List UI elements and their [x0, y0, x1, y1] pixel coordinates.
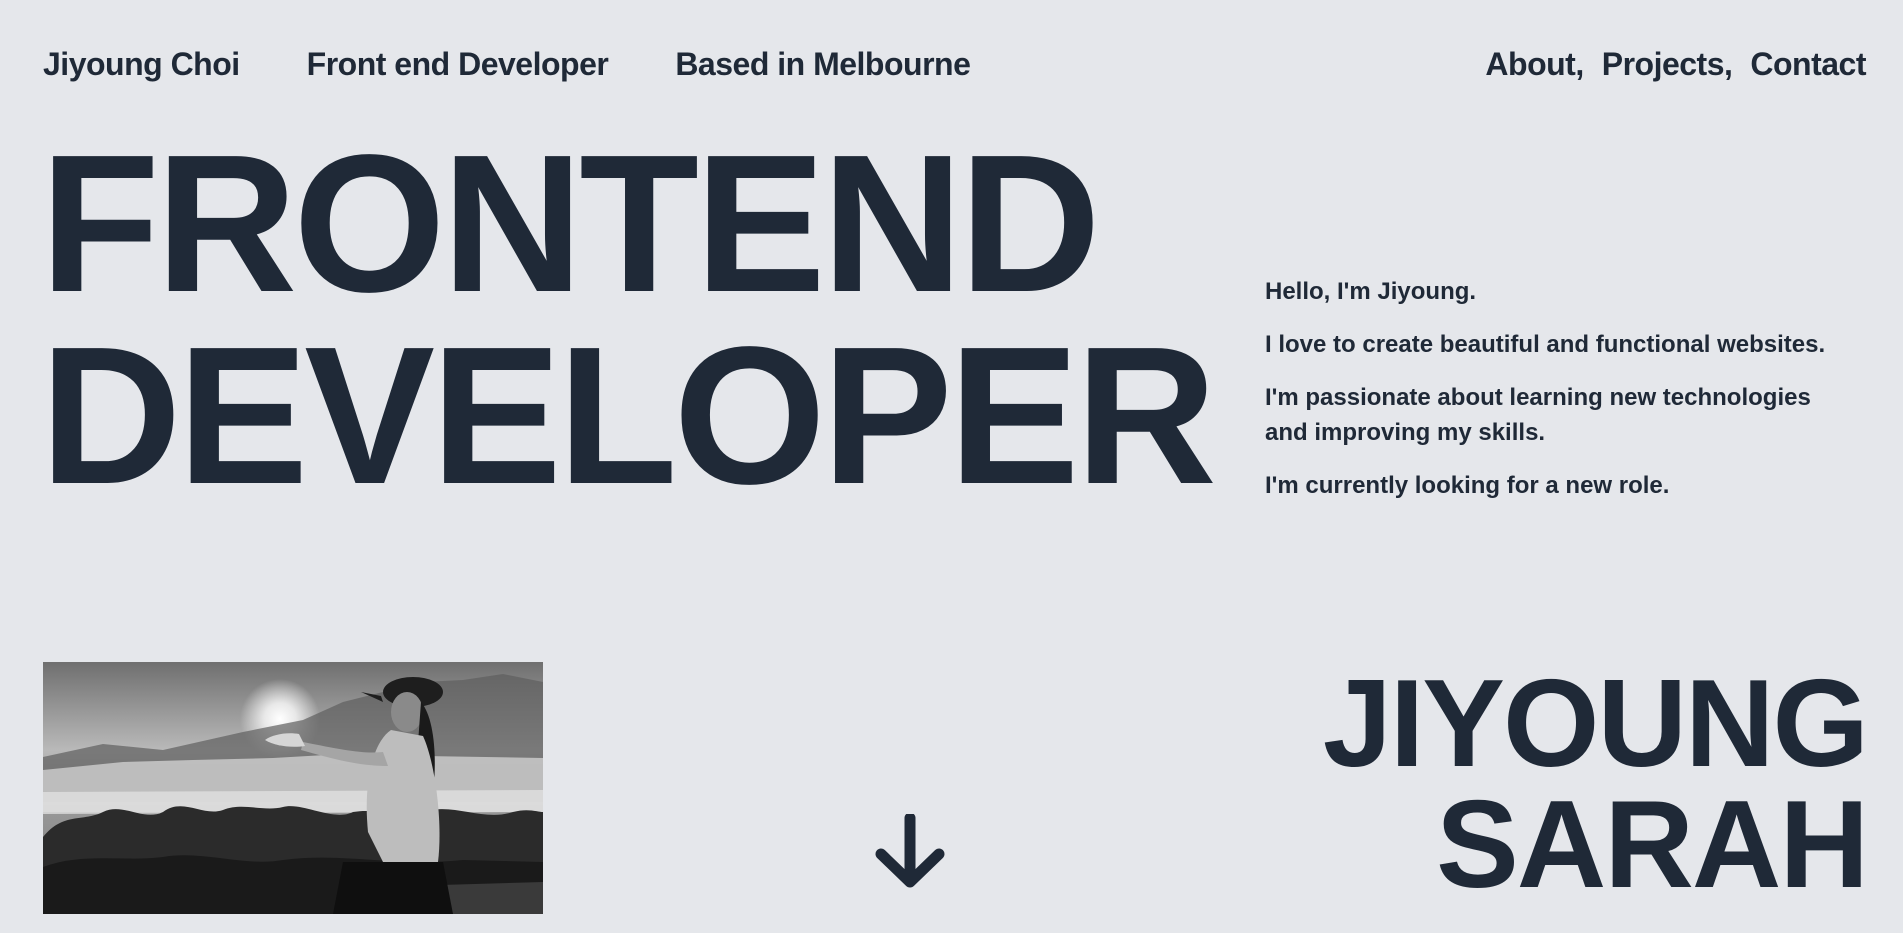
- name-block: JIYOUNG SARAH: [1322, 655, 1869, 914]
- intro-paragraph: I'm passionate about learning new techno…: [1265, 384, 1811, 446]
- main-nav: About, Projects, Contact: [1485, 46, 1866, 83]
- nav-link-about[interactable]: About,: [1485, 46, 1584, 83]
- site-role: Front end Developer: [306, 46, 609, 82]
- arrow-down-icon[interactable]: [875, 814, 945, 890]
- intro-paragraph: I'm currently looking for a new role.: [1265, 472, 1670, 499]
- hero-title: FRONTEND DEVELOPER: [40, 114, 1217, 525]
- site-location: Based in Melbourne: [675, 46, 971, 82]
- intro-text: Hello, I'm Jiyoung. I love to create bea…: [1265, 274, 1845, 521]
- site-owner-name: Jiyoung Choi: [43, 46, 240, 82]
- intro-paragraph: I love to create beautiful and functiona…: [1265, 331, 1826, 358]
- profile-photo: [43, 662, 543, 914]
- site-header-left: Jiyoung Choi Front end Developer Based i…: [43, 46, 971, 83]
- nav-link-contact[interactable]: Contact: [1750, 46, 1866, 83]
- intro-paragraph: Hello, I'm Jiyoung.: [1265, 278, 1477, 305]
- hero-title-line-1: FRONTEND: [40, 114, 1101, 333]
- profile-photo-image: [43, 662, 543, 914]
- nav-link-projects[interactable]: Projects,: [1602, 46, 1733, 83]
- hero-title-line-2: DEVELOPER: [40, 306, 1217, 525]
- name-line-1: JIYOUNG: [1322, 655, 1869, 793]
- name-line-2: SARAH: [1436, 776, 1869, 914]
